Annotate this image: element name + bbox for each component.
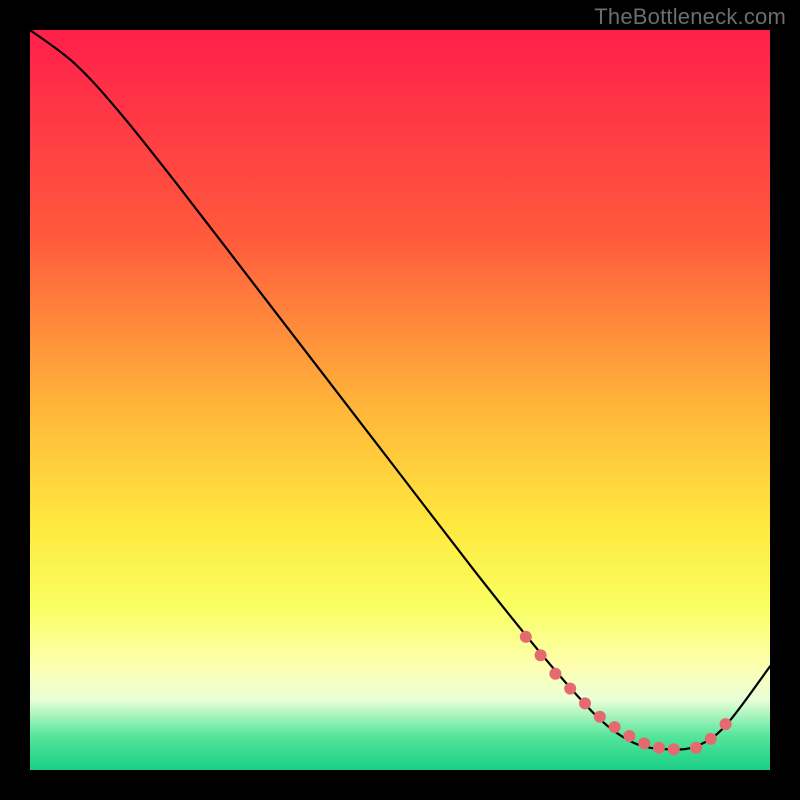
marker-dot: [564, 683, 576, 695]
marker-dot: [609, 721, 621, 733]
marker-dot: [720, 718, 732, 730]
gradient-panel: [30, 30, 770, 770]
watermark-text: TheBottleneck.com: [594, 4, 786, 30]
marker-dot: [549, 668, 561, 680]
marker-dot: [594, 711, 606, 723]
marker-dot: [623, 730, 635, 742]
marker-dot: [690, 742, 702, 754]
bottleneck-chart: [30, 30, 770, 770]
marker-dot: [520, 631, 532, 643]
marker-dot: [579, 697, 591, 709]
marker-dot: [668, 743, 680, 755]
chart-stage: TheBottleneck.com: [0, 0, 800, 800]
marker-dot: [535, 649, 547, 661]
marker-dot: [638, 737, 650, 749]
marker-dot: [705, 733, 717, 745]
marker-dot: [653, 742, 665, 754]
